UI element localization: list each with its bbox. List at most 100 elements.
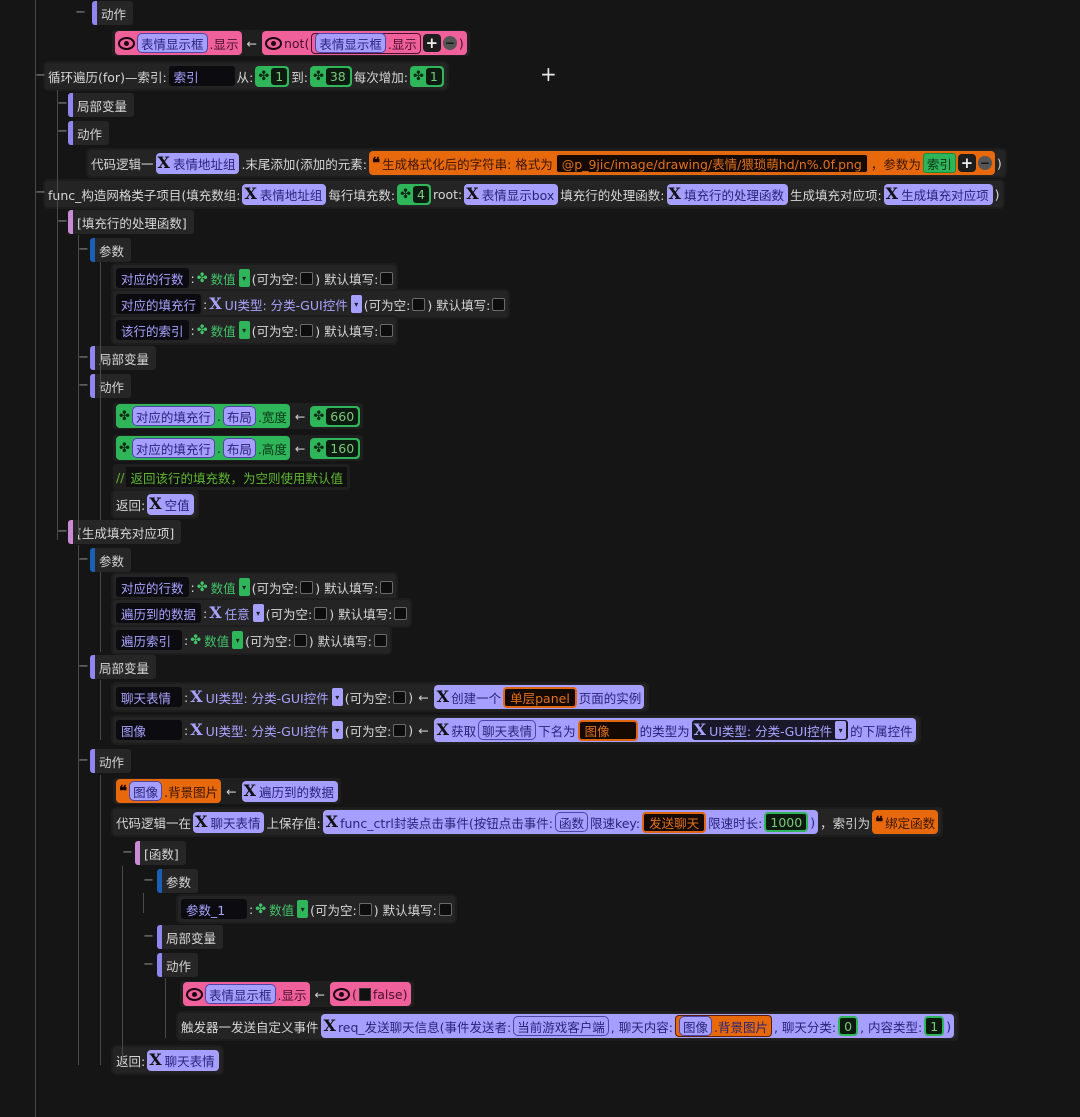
fill-row-handler-header[interactable]: [填充行的处理函数] [68, 210, 194, 234]
for-loop-block[interactable]: 循环遍历(for)—索引: 索引 从: ✤ 1 到: ✤ 38 每次增加: ✤ 1 [45, 63, 447, 89]
actions-header[interactable]: 动作 [92, 1, 134, 25]
set-height-block[interactable]: ✤ 对应的填充行. 布局 .高度 ← ✤ 160 [113, 435, 364, 461]
number-literal[interactable]: ✤ 1 [409, 65, 444, 87]
return-chat-emoji-block[interactable]: 返回: X 聊天表情 [113, 1047, 222, 1073]
variable-ref[interactable]: 图像 [678, 1016, 712, 1036]
type-select[interactable]: X UI类型: 分类-GUI控件 ▾ [190, 688, 343, 707]
actions-header[interactable]: 动作 [90, 374, 132, 398]
collapse-toggle[interactable]: − [57, 124, 68, 139]
number-value[interactable]: 1 [271, 67, 288, 85]
variable-ref[interactable]: 图像 [129, 781, 163, 801]
collapse-toggle[interactable]: − [57, 214, 68, 229]
orange-expression-block[interactable]: ❝ 绑定函数 [872, 810, 939, 834]
variable-chip[interactable]: X 填充行的处理函数 [666, 183, 788, 205]
number-variable-ref[interactable]: 索引 [922, 153, 956, 173]
name-input[interactable]: 遍历到的数据 [116, 603, 202, 623]
chevron-down-icon[interactable]: ▾ [331, 688, 343, 706]
variable-ref[interactable]: 聊天表情 [478, 720, 537, 740]
number-literal[interactable]: ✤ 1 [255, 65, 290, 87]
param-1-row[interactable]: 参数_1: ✤ 数值 ▾ (可为空:) 默认填写: [178, 896, 455, 922]
chevron-down-icon[interactable]: ▾ [232, 631, 244, 649]
gen-fill-item-header[interactable]: [生成填充对应项] [68, 520, 182, 544]
name-input[interactable]: 对应的行数 [116, 268, 189, 288]
variable-chip[interactable]: X 生成填充对应项 [883, 183, 993, 205]
param-row-count[interactable]: 对应的行数: ✤ 数值 ▾ (可为空:) 默认填写: [113, 265, 397, 291]
type-select[interactable]: X UI类型: 分类-GUI控件 ▾ [691, 720, 849, 740]
orange-expression-block[interactable]: ❝ 生成格式化后的字符串: 格式为 @p_9jic/image/drawing/表情… [369, 151, 995, 175]
variable-ref[interactable]: 表情显示框 [137, 33, 208, 53]
variable-chip[interactable]: X 遍历到的数据 [241, 780, 338, 802]
variable-ref[interactable]: 对应的填充行 [131, 406, 215, 426]
collapse-toggle[interactable]: − [143, 957, 154, 972]
chevron-down-icon[interactable]: ▾ [252, 604, 264, 622]
name-input[interactable]: 索引 [168, 66, 235, 86]
number-input[interactable]: 0 [838, 1016, 859, 1036]
chevron-down-icon[interactable]: ▾ [350, 295, 362, 313]
x-expression-block[interactable]: Xreq_发送聊天信息(事件发送者: 当前游戏客户端, 聊天内容: 图像 .背景图片,… [320, 1014, 955, 1038]
checkbox[interactable] [358, 902, 372, 916]
string-input[interactable]: 发送聊天 [642, 811, 707, 833]
param-fill-row[interactable]: 对应的填充行: X UI类型: 分类-GUI控件 ▾ (可为空:) 默认填写: [113, 291, 509, 317]
variable-chip[interactable]: X 空值 [147, 493, 194, 515]
name-input[interactable]: 对应的行数 [116, 577, 189, 597]
set-width-block[interactable]: ✤ 对应的填充行. 布局 .宽度 ← ✤ 660 [113, 403, 364, 429]
checkbox[interactable] [438, 902, 452, 916]
number-input[interactable]: 1 [924, 1016, 945, 1036]
checkbox[interactable] [380, 580, 394, 594]
bool-checkbox[interactable] [358, 987, 371, 1001]
name-input[interactable]: 参数_1 [181, 899, 247, 919]
local-vars-header[interactable]: 局部变量 [68, 93, 135, 117]
type-select-number[interactable]: ✤ 数值 ▾ [190, 631, 244, 650]
number-literal[interactable]: ✤ 660 [310, 405, 361, 427]
comment-block[interactable]: //返回该行的填充数，为空则使用默认值 [113, 464, 350, 490]
x-expression-block[interactable]: X 获取 聊天表情 下名为 图像 的类型为 X UI类型: 分类-GUI控件 ▾ 的下属控件 [433, 718, 916, 742]
checkbox[interactable] [412, 297, 426, 311]
variable-chip[interactable]: X 聊天表情 [147, 1049, 219, 1071]
params-header[interactable]: 参数 [90, 238, 132, 262]
remove-param-button[interactable]: − [442, 36, 457, 50]
checkbox[interactable] [380, 323, 394, 337]
name-input[interactable]: 聊天表情 [116, 687, 182, 707]
x-expression-block[interactable]: X 创建一个 单层panel 页面的实例 [433, 685, 645, 709]
variable-ref[interactable]: 当前游戏客户端 [513, 1016, 609, 1036]
actions-header[interactable]: 动作 [90, 749, 132, 773]
number-input[interactable]: 1000 [764, 812, 809, 832]
collapse-toggle[interactable]: − [35, 68, 46, 83]
collapse-toggle[interactable]: − [78, 242, 89, 257]
innero-expression-block[interactable]: 图像 .背景图片 [674, 1015, 772, 1037]
collapse-toggle[interactable]: − [78, 350, 89, 365]
name-input[interactable]: 图像 [116, 720, 182, 740]
checkbox[interactable] [492, 297, 506, 311]
param-iter-index[interactable]: 遍历索引: ✤ 数值 ▾ (可为空:) 默认填写: [113, 627, 390, 653]
checkbox[interactable] [380, 271, 394, 285]
hide-emoji-display-block[interactable]: 表情显示框 .显示 ←(false) [180, 981, 414, 1007]
save-value-block[interactable]: 代码逻辑一在 X 聊天表情 上保存值: Xfunc_ctrl封装点击事件(按钮点击事件:… [113, 809, 942, 835]
set-emoji-display-toggle[interactable]: 表情显示框 .显示 ← not(表情显示框 .显示 + −) [112, 30, 470, 56]
string-input[interactable]: 单层panel [503, 686, 577, 708]
collapse-toggle[interactable]: − [78, 753, 89, 768]
name-input[interactable]: 该行的索引 [116, 320, 189, 340]
add-statement-button[interactable]: + [540, 62, 557, 86]
checkbox[interactable] [373, 633, 387, 647]
send-custom-event-block[interactable]: 触发器一发送自定义事件 Xreq_发送聊天信息(事件发送者: 当前游戏客户端, 聊天… [178, 1013, 958, 1039]
collapse-toggle[interactable]: − [143, 929, 154, 944]
name-input[interactable]: 对应的填充行 [116, 294, 202, 314]
local-var-chat-emoji[interactable]: 聊天表情: X UI类型: 分类-GUI控件 ▾ (可为空:) ← X 创建一个 单层panel… [113, 684, 648, 710]
chevron-down-icon[interactable]: ▾ [835, 721, 847, 739]
variable-ref[interactable]: 表情显示框 [205, 984, 276, 1004]
collapse-toggle[interactable]: − [35, 185, 46, 200]
checkbox[interactable] [300, 580, 314, 594]
checkbox[interactable] [394, 606, 408, 620]
green-expression-block[interactable]: ✤ 对应的填充行. 布局 .宽度 [116, 404, 290, 428]
checkbox[interactable] [300, 271, 314, 285]
pink-expression-block[interactable]: (false) [329, 982, 411, 1006]
pink-expression-block[interactable]: not(表情显示框 .显示 + −) [261, 31, 467, 55]
pink-expression-block[interactable]: 表情显示框 .显示 [183, 982, 310, 1006]
chevron-down-icon[interactable]: ▾ [297, 900, 309, 918]
green-expression-block[interactable]: ✤ 对应的填充行. 布局 .高度 [116, 436, 290, 460]
number-value[interactable]: 1 [425, 67, 442, 85]
variable-ref[interactable]: 布局 [222, 438, 256, 458]
pink-expression-block[interactable]: 表情显示框 .显示 [115, 31, 242, 55]
variable-ref[interactable]: 表情显示框 [315, 33, 386, 53]
param-row-index[interactable]: 该行的索引: ✤ 数值 ▾ (可为空:) 默认填写: [113, 317, 397, 343]
